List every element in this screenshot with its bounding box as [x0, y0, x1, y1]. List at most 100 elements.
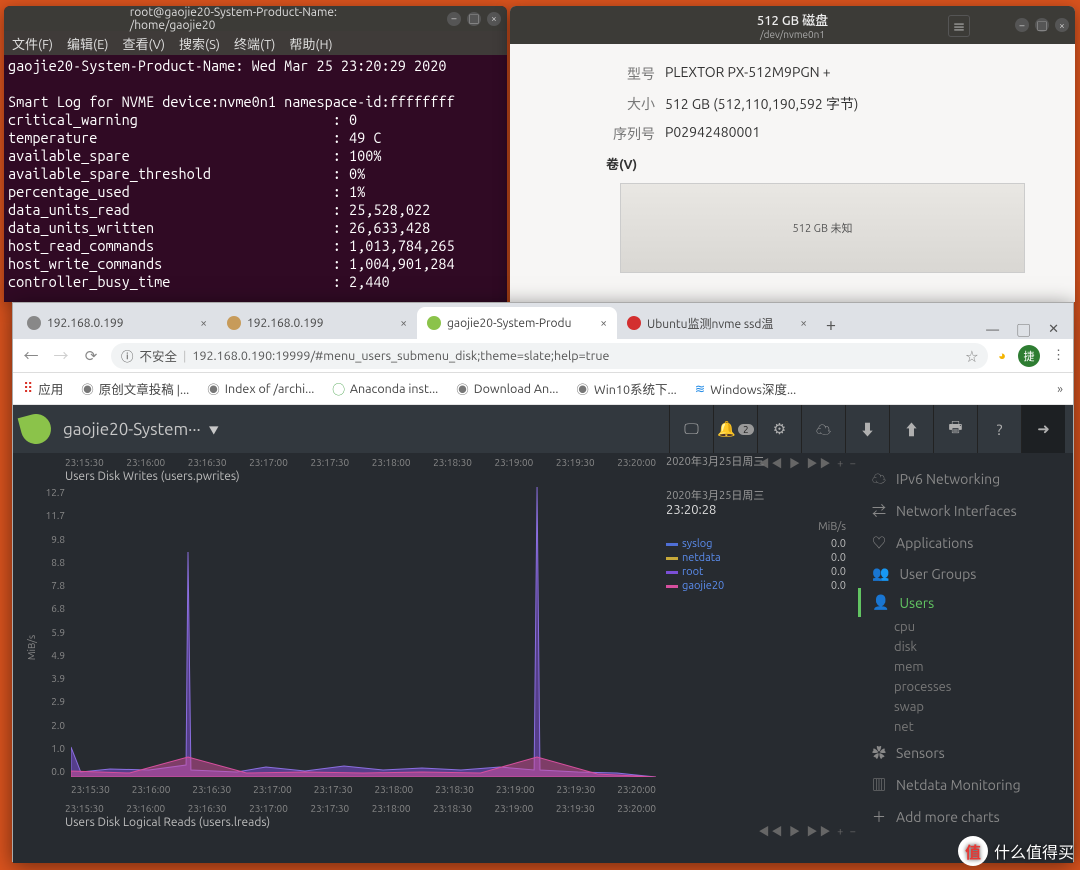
disks-window: 512 GB 磁盘 /dev/nvme0n1 ≡ – ▢ × 型号PLEXTOR…	[510, 6, 1075, 302]
volume-box[interactable]: 512 GB 未知	[620, 183, 1025, 273]
bookmark-icon: ◉	[576, 379, 589, 398]
sidebar-icon: 👤	[872, 594, 889, 611]
close-tab-icon[interactable]: ×	[600, 317, 607, 330]
sidebar-item[interactable]: ＋Add more charts	[858, 801, 1073, 833]
disk-subtitle: /dev/nvme0n1	[760, 29, 825, 40]
bookmark-item[interactable]: ◉Download An...	[456, 379, 558, 398]
bookmark-item[interactable]: ≋Windows深度...	[695, 379, 796, 398]
maximize-icon[interactable]: ▢	[1035, 18, 1049, 32]
print-icon[interactable]: 🖶	[933, 405, 977, 453]
bookmarks-bar: ⠿应用 ◉原创文章投稿 |... ◉Index of /archi... ◯Anac…	[13, 373, 1073, 405]
plot-canvas[interactable]	[71, 487, 656, 777]
back-icon[interactable]: ←	[21, 345, 41, 366]
bookmark-item[interactable]: ◉Index of /archi...	[207, 379, 314, 398]
sidebar-subitem[interactable]: disk	[858, 637, 1073, 657]
terminal-window: root@gaojie20-System-Product-Name: /home…	[4, 6, 507, 302]
close-tab-icon[interactable]: ×	[200, 317, 207, 330]
signin-icon[interactable]: ➜	[1021, 405, 1065, 453]
close-tab-icon[interactable]: ×	[800, 317, 807, 330]
close-icon[interactable]: ✕	[1048, 322, 1059, 337]
browser-tab[interactable]: Ubuntu监测nvme ssd温 ×	[617, 307, 817, 339]
disk-title: 512 GB 磁盘	[757, 10, 828, 29]
reload-icon[interactable]: ⟳	[81, 347, 101, 365]
address-bar[interactable]: ⓘ 不安全 | 192.168.0.190:19999/#menu_users_…	[111, 343, 988, 369]
browser-tab[interactable]: 192.168.0.199×	[217, 307, 417, 339]
netdata-sidebar: ☁IPv6 Networking⇄Network Interfaces♡Appl…	[858, 453, 1073, 863]
watermark-icon: 值	[958, 836, 988, 866]
close-tab-icon[interactable]: ×	[400, 317, 407, 330]
sidebar-item[interactable]: ⇄Network Interfaces	[858, 495, 1073, 527]
terminal-menu-item[interactable]: 终端(T)	[234, 34, 275, 53]
sidebar-item[interactable]: ✿ Sensors	[858, 737, 1073, 769]
extension-icon[interactable]: ◕	[998, 348, 1006, 363]
url-text: 192.168.0.190:19999/#menu_users_submenu_…	[192, 349, 609, 363]
disk-info-row: 序列号P02942480001	[600, 124, 1045, 144]
disk-value: PLEXTOR PX-512M9PGN +	[665, 64, 831, 84]
minimize-icon[interactable]: –	[1015, 18, 1029, 32]
cloud-download-icon[interactable]: ☁	[801, 405, 845, 453]
netdata-logo-icon[interactable]	[18, 411, 55, 448]
terminal-menu-item[interactable]: 搜索(S)	[179, 34, 220, 53]
star-icon[interactable]: ☆	[966, 346, 979, 365]
bookmark-item[interactable]: ◉Win10系统下...	[576, 379, 676, 398]
sidebar-subitem[interactable]: processes	[858, 677, 1073, 697]
bookmarks-overflow-icon[interactable]: »	[1057, 382, 1063, 396]
sidebar-item[interactable]: 👤Users	[858, 588, 1073, 617]
maximize-icon[interactable]: ▢	[467, 12, 481, 26]
bookmark-item[interactable]: ◯Anaconda inst...	[332, 379, 438, 398]
chevron-down-icon[interactable]: ▼	[209, 422, 219, 437]
sidebar-item[interactable]: ☁IPv6 Networking	[858, 463, 1073, 495]
display-icon[interactable]: 🖵	[669, 405, 713, 453]
menu-icon[interactable]: ⋮	[1052, 348, 1065, 363]
forward-icon[interactable]: →	[51, 345, 71, 366]
sidebar-label: Sensors	[896, 745, 945, 761]
tab-title: gaojie20-System-Produ	[447, 317, 571, 330]
download-icon[interactable]: ⬇	[845, 405, 889, 453]
browser-window: 192.168.0.199×192.168.0.199×gaojie20-Sys…	[12, 302, 1074, 862]
terminal-output[interactable]: gaojie20-System-Product-Name: Wed Mar 25…	[4, 55, 507, 293]
new-tab-button[interactable]: +	[817, 311, 845, 339]
time-axis-bottom: 23:15:3023:16:0023:16:3023:17:0023:17:30…	[65, 803, 656, 814]
terminal-menu-item[interactable]: 文件(F)	[12, 34, 53, 53]
sidebar-label: Netdata Monitoring	[896, 777, 1021, 793]
sidebar-icon: ✿	[872, 743, 886, 763]
hamburger-icon[interactable]: ≡	[948, 15, 970, 37]
bookmark-icon: ◉	[207, 379, 220, 398]
sidebar-subitem[interactable]: cpu	[858, 617, 1073, 637]
tab-title: Ubuntu监测nvme ssd温	[647, 315, 773, 332]
profile-avatar[interactable]: 捷	[1018, 345, 1040, 367]
apps-button[interactable]: ⠿应用	[23, 379, 63, 398]
sidebar-subitem[interactable]: swap	[858, 697, 1073, 717]
close-icon[interactable]: ×	[1055, 18, 1069, 32]
sidebar-icon: ♡	[872, 533, 886, 553]
sidebar-subitem[interactable]: net	[858, 717, 1073, 737]
host-selector[interactable]: gaojie20-System···	[63, 420, 201, 439]
help-icon[interactable]: ?	[977, 405, 1021, 453]
minimize-icon[interactable]: –	[447, 12, 461, 26]
gear-icon[interactable]: ⚙	[757, 405, 801, 453]
disk-value: 512 GB (512,110,190,592 字节)	[665, 94, 858, 114]
tab-strip: 192.168.0.199×192.168.0.199×gaojie20-Sys…	[13, 303, 1073, 339]
bell-icon[interactable]: 🔔2	[713, 405, 757, 453]
terminal-menu-item[interactable]: 帮助(H)	[289, 34, 332, 53]
browser-tab[interactable]: 192.168.0.199×	[17, 307, 217, 339]
watermark-text: 什么值得买	[994, 839, 1074, 863]
minimize-icon[interactable]: —	[986, 323, 999, 337]
watermark: 值 什么值得买	[958, 836, 1074, 866]
maximize-icon[interactable]: ▢	[1017, 320, 1030, 339]
upload-icon[interactable]: ⬆	[889, 405, 933, 453]
close-icon[interactable]: ×	[487, 12, 501, 26]
terminal-title: root@gaojie20-System-Product-Name: /home…	[130, 6, 382, 32]
sidebar-item[interactable]: ♡Applications	[858, 527, 1073, 559]
disks-titlebar[interactable]: 512 GB 磁盘 /dev/nvme0n1 ≡ – ▢ ×	[510, 6, 1075, 44]
sidebar-item[interactable]: ▥Netdata Monitoring	[858, 769, 1073, 801]
sidebar-subitem[interactable]: mem	[858, 657, 1073, 677]
terminal-menu-item[interactable]: 查看(V)	[123, 34, 165, 53]
sidebar-label: User Groups	[899, 566, 976, 582]
sidebar-item[interactable]: 👥User Groups	[858, 559, 1073, 588]
browser-tab[interactable]: gaojie20-System-Produ ×	[417, 307, 617, 339]
bookmark-icon: ◉	[81, 379, 94, 398]
terminal-menu-item[interactable]: 编辑(E)	[67, 34, 108, 53]
bookmark-item[interactable]: ◉原创文章投稿 |...	[81, 379, 189, 398]
terminal-titlebar[interactable]: root@gaojie20-System-Product-Name: /home…	[4, 6, 507, 31]
